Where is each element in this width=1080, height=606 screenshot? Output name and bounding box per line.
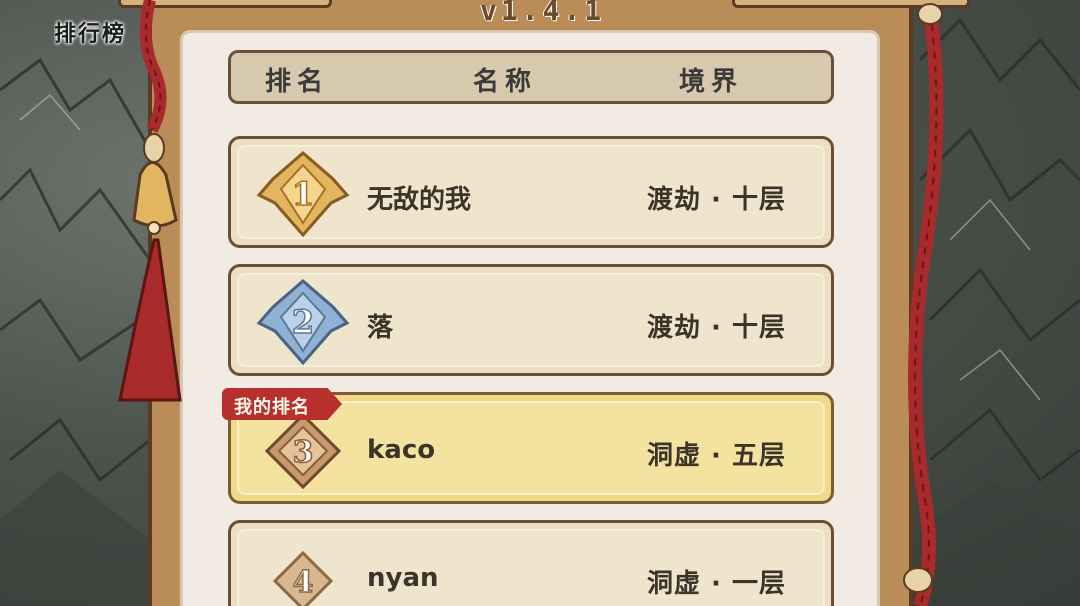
leaderboard-row-1[interactable]: 1 无敌的我 渡劫 · 十层 <box>228 136 834 248</box>
left-rope-bell-tassel <box>118 0 182 402</box>
my-rank-tag: 我的排名 <box>222 388 342 420</box>
player-name: kaco <box>367 435 436 465</box>
player-name: 落 <box>367 313 394 343</box>
version-label: v1.4.1 <box>480 0 606 27</box>
silver-medal-icon: 2 <box>256 279 350 366</box>
player-name: 无敌的我 <box>367 185 472 215</box>
player-name: nyan <box>367 563 439 593</box>
player-realm: 渡劫 · 十层 <box>647 313 786 343</box>
rank-diamond-icon: 4 <box>272 550 334 606</box>
header-rank: 排名 <box>265 67 330 97</box>
right-rope <box>903 3 944 606</box>
leaderboard-row-4[interactable]: 4 nyan 洞虚 · 一层 <box>228 520 834 606</box>
medal-rank-number: 2 <box>292 303 314 341</box>
player-realm: 渡劫 · 十层 <box>647 185 786 215</box>
header-realm: 境界 <box>679 67 744 97</box>
leaderboard-row-2[interactable]: 2 落 渡劫 · 十层 <box>228 264 834 376</box>
medal-rank-number: 1 <box>292 175 314 213</box>
gold-medal-icon: 1 <box>256 151 350 238</box>
leaderboard-header: 排名 名称 境界 <box>228 50 834 104</box>
medal-rank-number: 4 <box>293 565 314 600</box>
medal-rank-number: 3 <box>293 435 314 470</box>
header-name: 名称 <box>473 67 538 97</box>
player-realm: 洞虚 · 一层 <box>647 569 786 599</box>
player-realm: 洞虚 · 五层 <box>647 441 786 471</box>
